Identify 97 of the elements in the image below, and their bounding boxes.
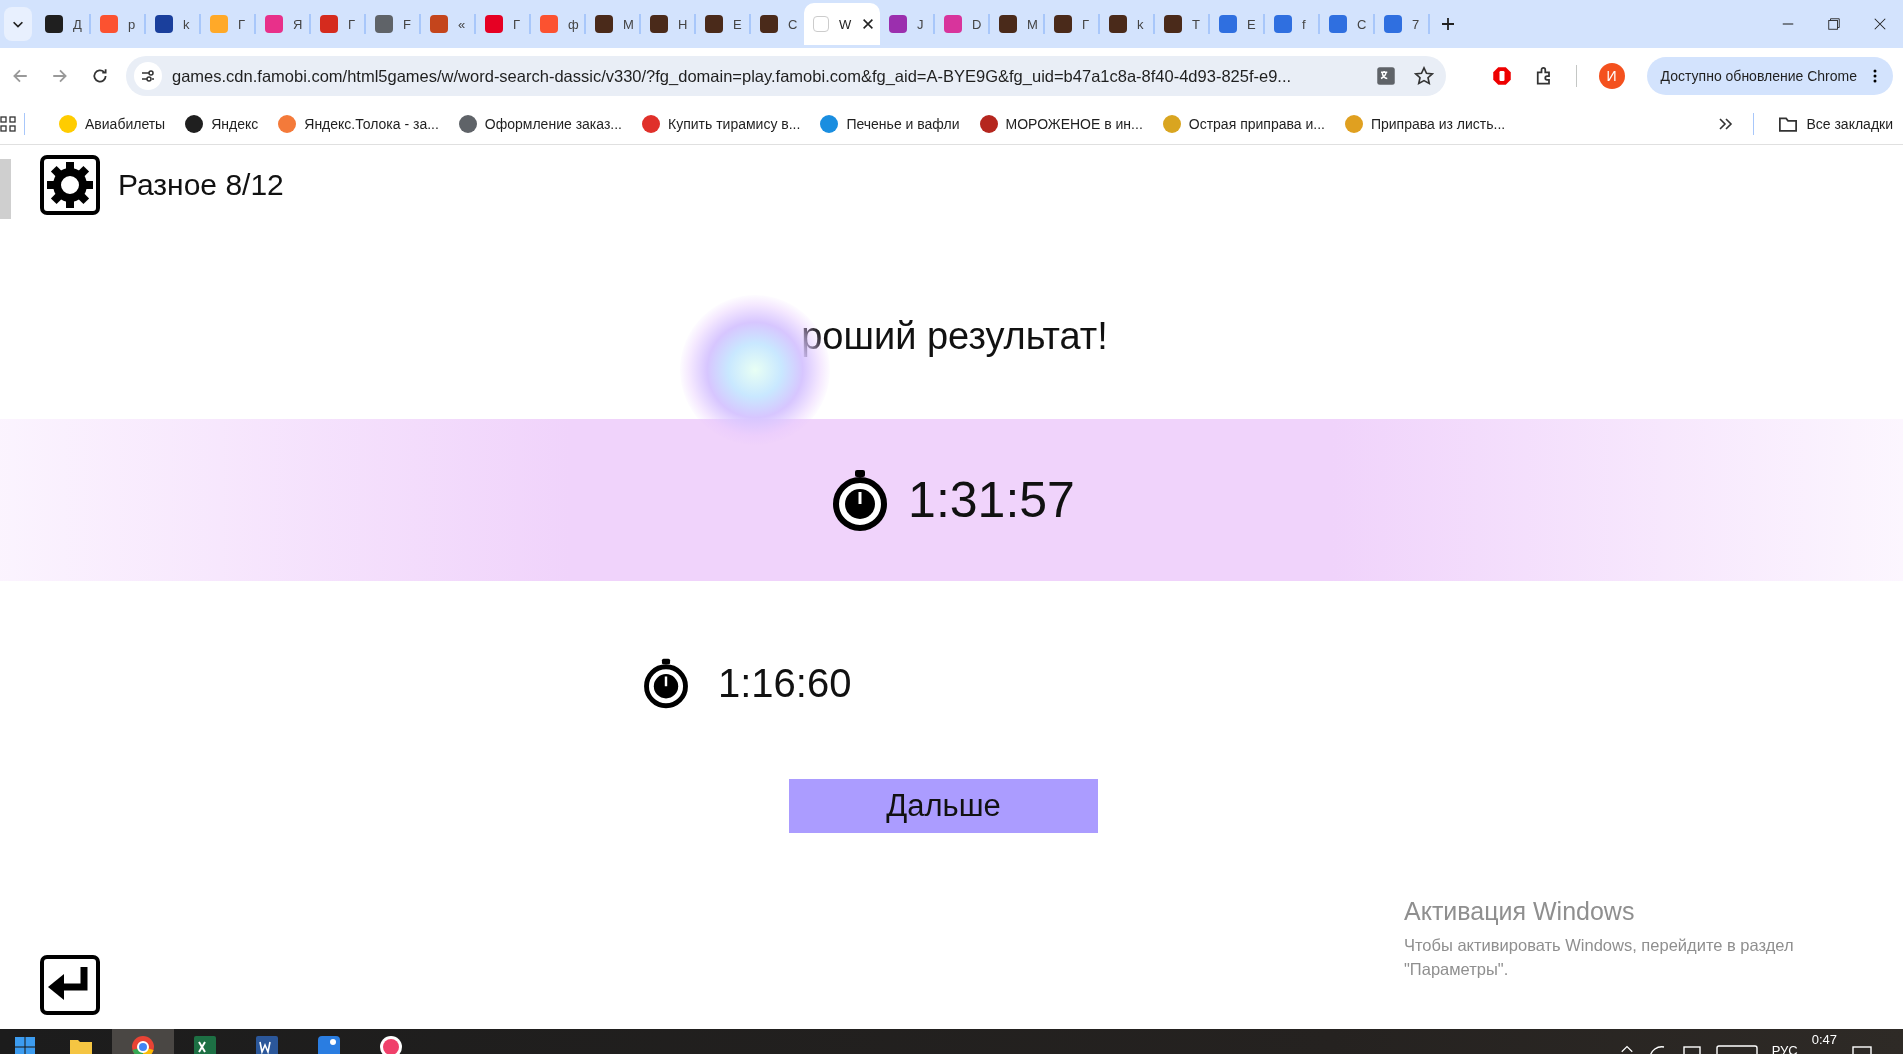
- browser-logo-icon: [131, 1035, 155, 1054]
- bookmark-link[interactable]: Оформление заказ...: [448, 109, 632, 139]
- browser-tab[interactable]: Г: [201, 3, 254, 45]
- tab-title: 7: [1412, 16, 1420, 32]
- browser-tab[interactable]: D: [935, 3, 988, 45]
- browser-tab[interactable]: H: [641, 3, 694, 45]
- all-bookmarks-link[interactable]: Все закладки: [1768, 109, 1903, 139]
- browser-tab[interactable]: k: [146, 3, 199, 45]
- bookmark-link[interactable]: Печенье и вафли: [810, 109, 970, 139]
- translate-icon[interactable]: [1376, 66, 1396, 86]
- tab-title: k: [183, 16, 190, 32]
- site-settings-icon[interactable]: [140, 68, 156, 84]
- bookmark-link[interactable]: МОРОЖЕНОЕ в ин...: [969, 109, 1153, 139]
- tab-title: Г: [348, 16, 356, 32]
- reload-icon[interactable]: [91, 67, 109, 85]
- bookmark-link[interactable]: Яндекс: [175, 109, 269, 139]
- browser-tab[interactable]: J: [880, 3, 933, 45]
- bookmark-link[interactable]: Яндекс.Толока - за...: [268, 109, 449, 139]
- tab-title: C: [1357, 16, 1367, 32]
- back-icon[interactable]: [40, 955, 100, 1015]
- spreadsheet-app-icon: [193, 1035, 217, 1054]
- new-tab-icon[interactable]: [1440, 16, 1456, 32]
- apps-grid-icon[interactable]: [0, 116, 16, 132]
- result-heading: роший результат!: [801, 314, 1108, 358]
- restore-icon[interactable]: [1827, 17, 1841, 31]
- browser-tab[interactable]: f: [1265, 3, 1318, 45]
- browser-tab[interactable]: M: [586, 3, 639, 45]
- browser-tab[interactable]: k: [1100, 3, 1153, 45]
- settings-icon[interactable]: [40, 155, 100, 215]
- tab-title: M: [623, 16, 634, 32]
- tab-title: Г: [238, 16, 246, 32]
- clock-time[interactable]: 0:47: [1811, 1029, 1837, 1047]
- browser-tab[interactable]: Г: [476, 3, 529, 45]
- result-time: 1:31:57: [908, 471, 1075, 529]
- tab-title: р: [128, 16, 136, 32]
- tab-title: Д: [73, 16, 82, 32]
- tab-title: Г: [513, 16, 521, 32]
- scroll-handle[interactable]: [0, 159, 11, 219]
- browser-tab[interactable]: Г: [311, 3, 364, 45]
- browser-tab[interactable]: ф: [531, 3, 584, 45]
- close-icon[interactable]: [861, 17, 876, 31]
- level-title: Разное 8/12: [118, 168, 284, 202]
- browser-tab[interactable]: W: [804, 3, 880, 45]
- browser-tab[interactable]: Г: [1045, 3, 1098, 45]
- address-bar[interactable]: games.cdn.famobi.com/html5games/w/word-search-dassic/v330/?fg_domain=play.famobi.com&fg_aid=A-BYE9G&fg_uid=b47a1c8a-8f40-4d93-825f-e9...: [126, 56, 1446, 96]
- best-time: 1:16:60: [718, 660, 852, 706]
- tab-title: W: [839, 16, 852, 32]
- chevron-up-icon[interactable]: [1619, 1043, 1634, 1054]
- star-icon[interactable]: [1414, 66, 1434, 86]
- browser-tab[interactable]: M: [990, 3, 1043, 45]
- browser-tab[interactable]: Я: [256, 3, 309, 45]
- bookmark-link[interactable]: Приправа из листь...: [1334, 109, 1516, 139]
- browser-tab[interactable]: C: [751, 3, 804, 45]
- tab-title: Г: [1082, 16, 1090, 32]
- tab-title: Я: [293, 16, 303, 32]
- tab-title: H: [678, 16, 688, 32]
- tab-title: f: [1302, 16, 1306, 32]
- tab-title: E: [733, 16, 742, 32]
- bookmark-link[interactable]: Купить тирамису в...: [632, 109, 811, 139]
- tab-title: J: [917, 16, 924, 32]
- stop-hand-icon[interactable]: [1491, 66, 1512, 86]
- update-chrome-button[interactable]: Доступно обновление Chrome: [1646, 57, 1893, 95]
- tab-title: D: [972, 16, 982, 32]
- tab-title: «: [458, 16, 466, 32]
- back-arrow-icon[interactable]: [11, 67, 29, 85]
- activation-message: Чтобы активировать Windows, перейдите в раздел "Параметры".: [1404, 935, 1795, 980]
- bookmark-link[interactable]: Острая приправа и...: [1152, 109, 1335, 139]
- tab-title: k: [1137, 16, 1144, 32]
- url-text: games.cdn.famobi.com/html5games/w/word-search-dassic/v330/?fg_domain=play.famobi.com&fg_aid=A-BYE9G&fg_uid=b47a1c8a-8f40-4d93-825f-e9...: [172, 66, 1293, 86]
- double-chevron-icon[interactable]: [1717, 116, 1734, 132]
- browser-tab[interactable]: E: [1210, 3, 1263, 45]
- music-app-icon: [379, 1035, 403, 1054]
- browser-tab[interactable]: F: [366, 3, 419, 45]
- next-button[interactable]: Дальше: [789, 779, 1098, 833]
- browser-tab[interactable]: 7: [1375, 3, 1428, 45]
- photos-app-icon: [317, 1035, 341, 1054]
- activation-title: Активация Windows: [1404, 897, 1636, 926]
- windows-start-icon[interactable]: [15, 1037, 35, 1054]
- tab-title: E: [1247, 16, 1256, 32]
- wifi-icon[interactable]: [1647, 1043, 1666, 1054]
- browser-tab[interactable]: E: [696, 3, 749, 45]
- tab-title: F: [403, 16, 411, 32]
- tab-title: M: [1027, 16, 1038, 32]
- browser-tab[interactable]: C: [1320, 3, 1373, 45]
- keyboard-icon[interactable]: [1715, 1043, 1758, 1054]
- forward-arrow-icon[interactable]: [51, 67, 69, 85]
- document-app-icon: [255, 1035, 279, 1054]
- browser-tab[interactable]: T: [1155, 3, 1208, 45]
- tab-title: ф: [568, 16, 579, 32]
- tab-title: C: [788, 16, 798, 32]
- tab-title: T: [1192, 16, 1200, 32]
- browser-tab[interactable]: р: [91, 3, 144, 45]
- browser-tab[interactable]: «: [421, 3, 474, 45]
- close-window-icon[interactable]: [1873, 17, 1887, 31]
- bookmark-link[interactable]: Авиабилеты: [49, 109, 176, 139]
- browser-tab[interactable]: Д: [36, 3, 89, 45]
- taskbar-app-button[interactable]: [112, 1029, 174, 1054]
